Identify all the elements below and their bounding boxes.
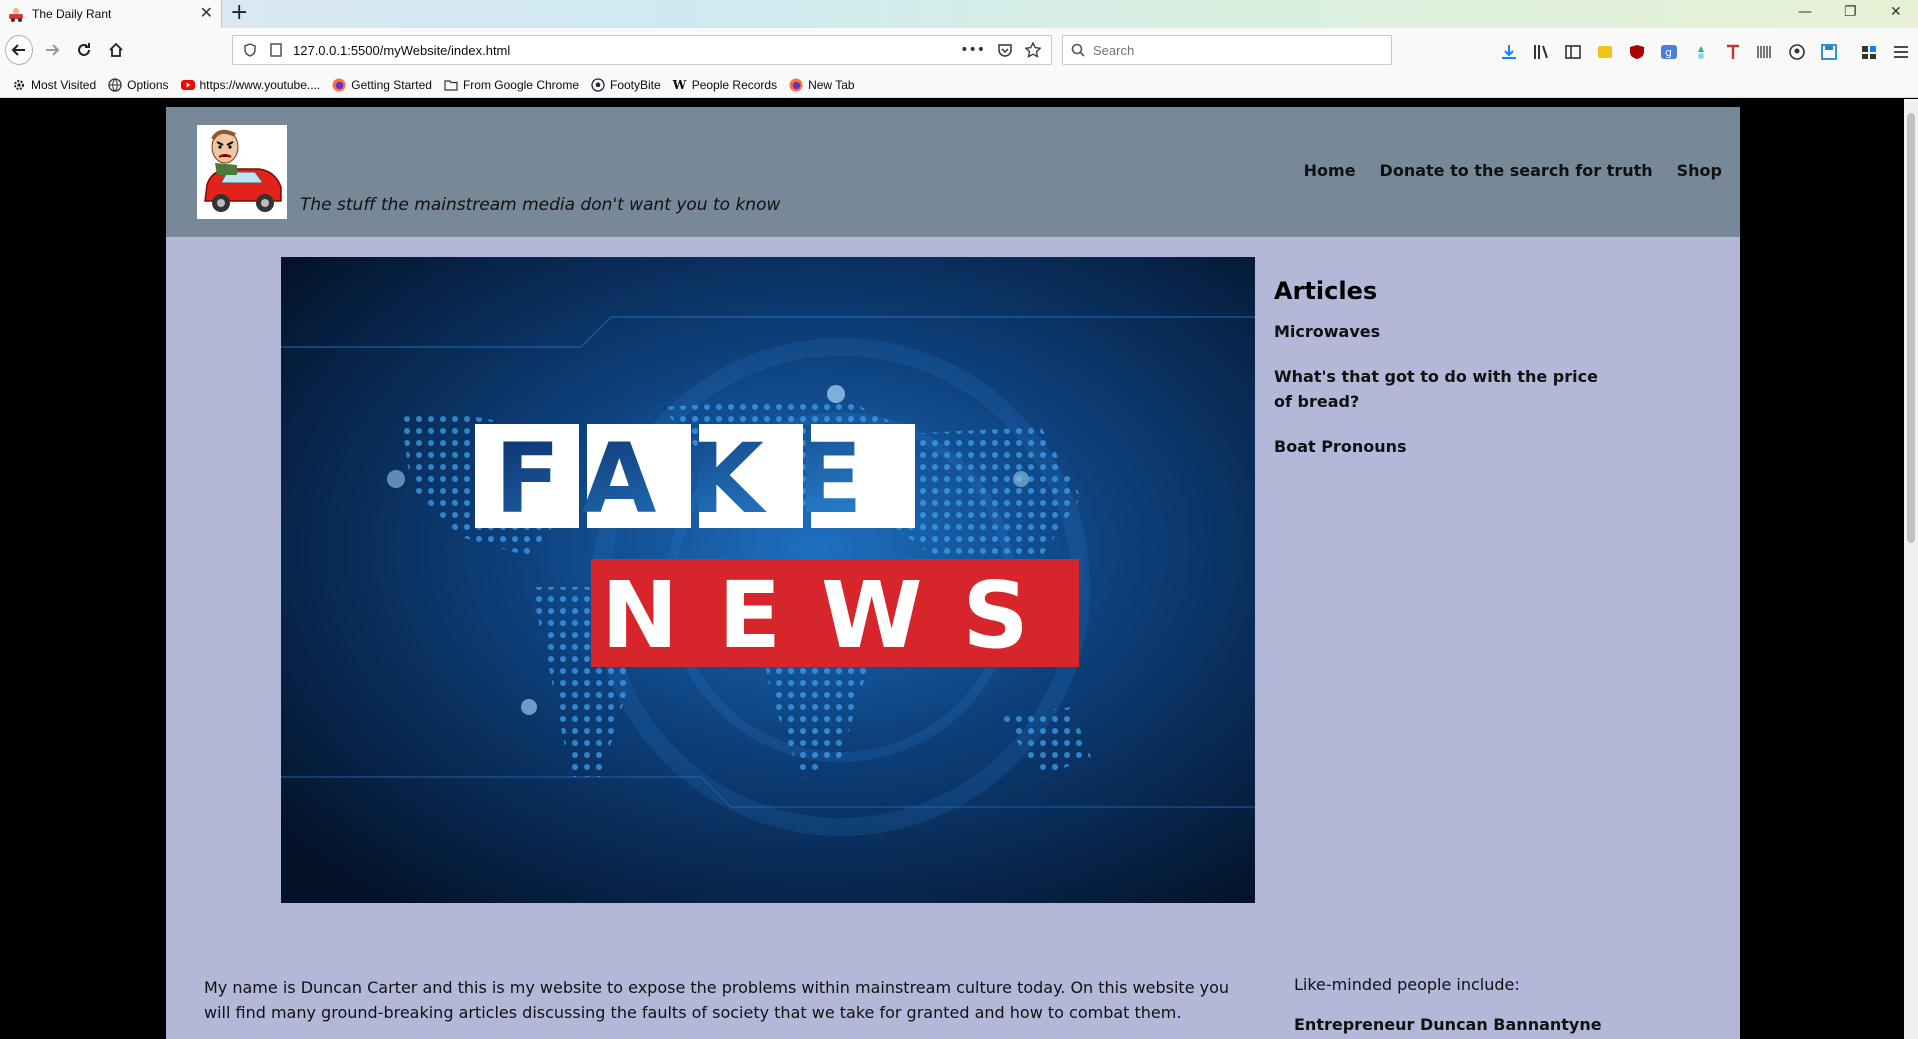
- page-viewport: The stuff the mainstream media don't wan…: [0, 99, 1904, 1039]
- firefox-icon: [789, 78, 803, 92]
- hero-image: FAKE NEWS: [281, 257, 1255, 903]
- hero-news-text: NEWS: [601, 562, 1069, 669]
- tab-active[interactable]: The Daily Rant ✕: [0, 0, 222, 28]
- bookmark-new-tab[interactable]: New Tab: [789, 77, 855, 92]
- globe-icon: [108, 77, 122, 92]
- page-info-icon[interactable]: [269, 43, 283, 57]
- new-tab-icon[interactable]: +: [230, 2, 248, 24]
- ublock-shield-icon[interactable]: [1628, 44, 1646, 60]
- bookmark-options[interactable]: Options: [108, 77, 169, 92]
- back-arrow-icon: [5, 35, 33, 65]
- nav-shop-link[interactable]: Shop: [1677, 161, 1722, 180]
- bookmark-label: https://www.youtube....: [199, 77, 321, 92]
- back-button[interactable]: [5, 35, 33, 65]
- site-tagline: The stuff the mainstream media don't wan…: [300, 195, 781, 215]
- reload-icon: [78, 43, 90, 56]
- site-favicon-icon: [8, 6, 24, 22]
- bookmark-folder-chrome[interactable]: From Google Chrome: [444, 78, 579, 92]
- articles-heading: Articles: [1274, 277, 1378, 305]
- bookmark-footybite[interactable]: FootyBite: [591, 78, 661, 92]
- url-text: 127.0.0.1:5500/myWebsite/index.html: [293, 42, 511, 58]
- sidebar-icon[interactable]: [1564, 44, 1582, 60]
- bookmark-label: From Google Chrome: [462, 77, 579, 92]
- search-input: Search: [1093, 42, 1135, 58]
- barcode-icon[interactable]: [1756, 44, 1774, 60]
- angry-driver-car-icon: [197, 125, 287, 219]
- forward-arrow-icon: [46, 44, 60, 56]
- article-link-boat-pronouns[interactable]: Boat Pronouns: [1274, 434, 1614, 459]
- address-bar[interactable]: 127.0.0.1:5500/myWebsite/index.html •••: [232, 35, 1052, 65]
- hero-fake-text: FAKE: [495, 423, 896, 535]
- page-scrollbar[interactable]: [1904, 99, 1918, 1039]
- home-icon: [109, 42, 123, 57]
- site-nav: Home Donate to the search for truth Shop: [1304, 161, 1722, 180]
- text-extension-icon[interactable]: [1724, 44, 1742, 60]
- bookmark-label: Options: [127, 77, 169, 92]
- bookmark-star-icon[interactable]: [1025, 42, 1041, 58]
- news-banner: NEWS: [591, 559, 1079, 669]
- forward-button[interactable]: [38, 36, 66, 64]
- save-extension-icon[interactable]: [1820, 44, 1838, 60]
- hamburger-menu-icon[interactable]: [1892, 44, 1910, 60]
- page-actions-icon[interactable]: •••: [960, 42, 985, 58]
- fake-letters: FAKE: [475, 423, 915, 535]
- close-window-icon[interactable]: ✕: [1890, 4, 1902, 20]
- wikipedia-icon: W: [672, 77, 687, 92]
- bookmark-label: Getting Started: [351, 77, 432, 92]
- nav-home-link[interactable]: Home: [1304, 161, 1356, 180]
- football-icon: [591, 77, 605, 92]
- like-minded-label: Like-minded people include:: [1294, 975, 1520, 994]
- gear-icon: [12, 78, 26, 92]
- download-icon[interactable]: [1500, 44, 1518, 60]
- reload-button[interactable]: [70, 36, 98, 64]
- library-icon[interactable]: [1532, 44, 1550, 60]
- extensions-puzzle-icon[interactable]: [1860, 44, 1878, 60]
- svg-text:g: g: [1665, 46, 1672, 59]
- account-icon[interactable]: [1788, 44, 1806, 60]
- tab-title: The Daily Rant: [32, 7, 112, 21]
- pocket-icon[interactable]: [997, 42, 1013, 58]
- bookmark-label: People Records: [691, 77, 778, 92]
- like-minded-person[interactable]: Entrepreneur Duncan Bannantyne: [1294, 1015, 1602, 1034]
- navigation-toolbar: 127.0.0.1:5500/myWebsite/index.html ••• …: [0, 28, 1918, 72]
- translate-icon[interactable]: g: [1660, 44, 1678, 60]
- restore-icon[interactable]: ❐: [1844, 4, 1857, 20]
- folder-icon: [444, 78, 458, 92]
- article-link-price-of-bread[interactable]: What's that got to do with the price of …: [1274, 364, 1614, 414]
- bookmarks-toolbar: Most Visited Options https://www.youtube…: [0, 72, 1918, 98]
- bookmark-youtube[interactable]: https://www.youtube....: [180, 77, 321, 92]
- bookmark-label: Most Visited: [31, 77, 97, 92]
- scrollbar-thumb[interactable]: [1907, 113, 1915, 543]
- home-button[interactable]: [102, 36, 130, 64]
- extension-green-icon[interactable]: [1692, 44, 1710, 60]
- bookmark-getting-started[interactable]: Getting Started: [332, 78, 432, 92]
- intro-paragraph: My name is Duncan Carter and this is my …: [204, 978, 1230, 1022]
- article-link-microwaves[interactable]: Microwaves: [1274, 319, 1614, 344]
- search-bar[interactable]: Search: [1062, 35, 1392, 65]
- extension-yellow-icon[interactable]: [1596, 44, 1614, 60]
- site-container: The stuff the mainstream media don't wan…: [166, 107, 1740, 1039]
- minimize-icon[interactable]: —: [1798, 4, 1812, 20]
- bookmark-most-visited[interactable]: Most Visited: [12, 78, 96, 92]
- articles-sidebar: Articles Microwaves What's that got to d…: [1274, 277, 1614, 479]
- bookmark-label: FootyBite: [610, 77, 661, 92]
- close-tab-icon[interactable]: ✕: [200, 5, 213, 21]
- nav-donate-link[interactable]: Donate to the search for truth: [1380, 161, 1653, 180]
- bookmark-people-records[interactable]: W People Records: [673, 78, 777, 92]
- bookmark-label: New Tab: [808, 77, 855, 92]
- search-icon: [1071, 43, 1085, 57]
- tab-strip: The Daily Rant ✕ + — ❐ ✕: [0, 0, 1918, 28]
- site-header: The stuff the mainstream media don't wan…: [166, 107, 1740, 237]
- site-logo[interactable]: [197, 125, 287, 219]
- shield-icon: [244, 43, 256, 57]
- firefox-icon: [332, 78, 346, 92]
- youtube-icon: [180, 78, 195, 92]
